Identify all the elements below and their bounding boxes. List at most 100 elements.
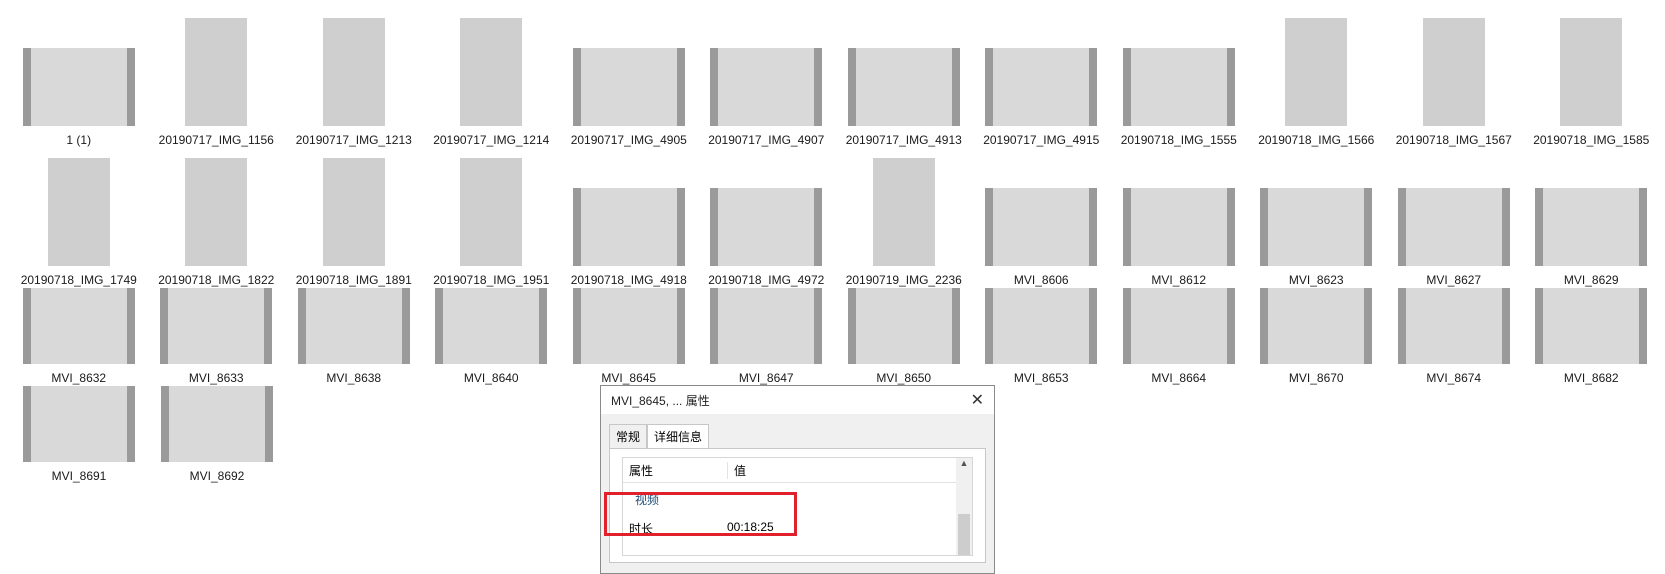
file-item[interactable]: MVI_8623 (1248, 148, 1386, 288)
thumbnail-placeholder (572, 48, 685, 126)
thumbnail-placeholder (710, 48, 823, 126)
thumbnail-placeholder (710, 288, 823, 364)
thumbnail-placeholder (1397, 188, 1510, 266)
file-item[interactable]: 20190717_IMG_4913 (835, 8, 973, 148)
file-item[interactable]: MVI_8640 (423, 288, 561, 386)
file-item[interactable]: MVI_8638 (285, 288, 423, 386)
thumbnail-placeholder (1285, 18, 1348, 126)
thumbnail-placeholder (985, 48, 1098, 126)
file-name: 20190717_IMG_1213 (295, 133, 412, 147)
file-item[interactable]: MVI_8647 (698, 288, 836, 386)
file-item[interactable]: 20190718_IMG_4918 (560, 148, 698, 288)
file-name: MVI_8647 (738, 371, 794, 385)
thumbnail-placeholder (1560, 18, 1623, 126)
file-name: 20190717_IMG_4913 (845, 133, 962, 147)
tab-details[interactable]: 详细信息 (647, 424, 710, 448)
scroll-up-icon[interactable]: ▲ (956, 458, 972, 468)
file-name: 20190718_IMG_1567 (1395, 133, 1512, 147)
file-item[interactable]: MVI_8692 (148, 386, 286, 484)
file-item[interactable]: 1 (1) (10, 8, 148, 148)
file-name: MVI_8664 (1151, 371, 1207, 385)
file-name: 20190717_IMG_4915 (983, 133, 1100, 147)
file-item[interactable]: 20190719_IMG_2236 (835, 148, 973, 288)
thumbnail-placeholder (572, 288, 685, 364)
file-item[interactable]: 20190718_IMG_1951 (423, 148, 561, 288)
file-item[interactable]: 20190717_IMG_4915 (973, 8, 1111, 148)
thumbnail-placeholder (22, 48, 135, 126)
file-item[interactable]: 20190718_IMG_1566 (1248, 8, 1386, 148)
thumbnail-placeholder (160, 288, 273, 364)
file-name: MVI_8645 (601, 371, 657, 385)
file-name: MVI_8674 (1426, 371, 1482, 385)
file-item[interactable]: 20190717_IMG_4905 (560, 8, 698, 148)
thumbnail-placeholder (1397, 288, 1510, 364)
file-row: 1 (1) 20190717_IMG_1156 20190717_IMG_1213 2… (10, 8, 1660, 148)
file-name: MVI_8691 (51, 469, 107, 483)
file-item[interactable]: MVI_8674 (1385, 288, 1523, 386)
column-value[interactable]: 值 (728, 462, 746, 479)
file-item[interactable]: MVI_8633 (148, 288, 286, 386)
file-item[interactable]: 20190717_IMG_1214 (423, 8, 561, 148)
thumbnail-placeholder (1535, 188, 1648, 266)
file-item[interactable]: MVI_8627 (1385, 148, 1523, 288)
thumbnail-placeholder (710, 188, 823, 266)
file-item[interactable]: MVI_8650 (835, 288, 973, 386)
thumbnail-placeholder (460, 158, 523, 266)
file-name: MVI_8650 (876, 371, 932, 385)
thumbnail-placeholder (22, 288, 135, 364)
file-name: 20190718_IMG_1891 (295, 273, 412, 287)
file-item[interactable]: MVI_8664 (1110, 288, 1248, 386)
file-item[interactable]: MVI_8629 (1523, 148, 1661, 288)
table-header: 属性 值 (623, 458, 972, 483)
thumbnail-placeholder (847, 48, 960, 126)
file-item[interactable]: 20190718_IMG_1822 (148, 148, 286, 288)
file-item[interactable]: MVI_8670 (1248, 288, 1386, 386)
thumbnail-placeholder (435, 288, 548, 364)
scrollbar[interactable]: ▲ (956, 458, 972, 555)
thumbnail-placeholder (185, 18, 248, 126)
thumbnail-placeholder (460, 18, 523, 126)
file-item[interactable]: 20190718_IMG_1555 (1110, 8, 1248, 148)
thumbnail-placeholder (1122, 188, 1235, 266)
file-name: 20190717_IMG_1156 (158, 133, 274, 147)
file-item[interactable]: 20190718_IMG_4972 (698, 148, 836, 288)
file-item[interactable]: MVI_8606 (973, 148, 1111, 288)
file-item[interactable]: 20190718_IMG_1749 (10, 148, 148, 288)
file-name: MVI_8640 (463, 371, 519, 385)
file-name: MVI_8682 (1563, 371, 1619, 385)
file-item[interactable]: 20190717_IMG_1213 (285, 8, 423, 148)
file-item[interactable]: MVI_8632 (10, 288, 148, 386)
file-name: MVI_8612 (1151, 273, 1207, 287)
dialog-titlebar: MVI_8645, ... 属性 ✕ (601, 386, 994, 414)
thumbnail-placeholder (1422, 18, 1485, 126)
file-name: 20190719_IMG_2236 (845, 273, 962, 287)
file-name: 20190717_IMG_4907 (708, 133, 825, 147)
file-item[interactable]: 20190717_IMG_4907 (698, 8, 836, 148)
thumbnail-placeholder (872, 158, 935, 266)
properties-dialog: MVI_8645, ... 属性 ✕ 常规 详细信息 属性 值 视频 时长 00… (600, 385, 995, 574)
file-item[interactable]: MVI_8682 (1523, 288, 1661, 386)
file-item[interactable]: MVI_8653 (973, 288, 1111, 386)
dialog-title: MVI_8645, ... 属性 (611, 393, 710, 408)
thumbnail-placeholder (1260, 288, 1373, 364)
file-item[interactable]: MVI_8691 (10, 386, 148, 484)
tab-general[interactable]: 常规 (609, 424, 648, 448)
file-name: MVI_8633 (188, 371, 244, 385)
file-name: 20190718_IMG_4972 (708, 273, 825, 287)
file-row: MVI_8632 MVI_8633 MVI_8638 MVI_8640 MVI_8645… (10, 288, 1660, 386)
file-item[interactable]: 20190717_IMG_1156 (148, 8, 286, 148)
file-name: MVI_8638 (326, 371, 382, 385)
file-item[interactable]: 20190718_IMG_1585 (1523, 8, 1661, 148)
close-icon[interactable]: ✕ (971, 390, 984, 410)
file-item[interactable]: 20190718_IMG_1567 (1385, 8, 1523, 148)
thumbnail-placeholder (847, 288, 960, 364)
file-name: 20190717_IMG_1214 (433, 133, 550, 147)
file-item[interactable]: MVI_8645 (560, 288, 698, 386)
scroll-thumb[interactable] (958, 514, 970, 555)
file-item[interactable]: MVI_8612 (1110, 148, 1248, 288)
file-name: 20190718_IMG_1951 (433, 273, 550, 287)
column-property[interactable]: 属性 (623, 461, 728, 479)
file-name: 20190718_IMG_1566 (1258, 133, 1375, 147)
file-item[interactable]: 20190718_IMG_1891 (285, 148, 423, 288)
thumbnail-placeholder (297, 288, 410, 364)
